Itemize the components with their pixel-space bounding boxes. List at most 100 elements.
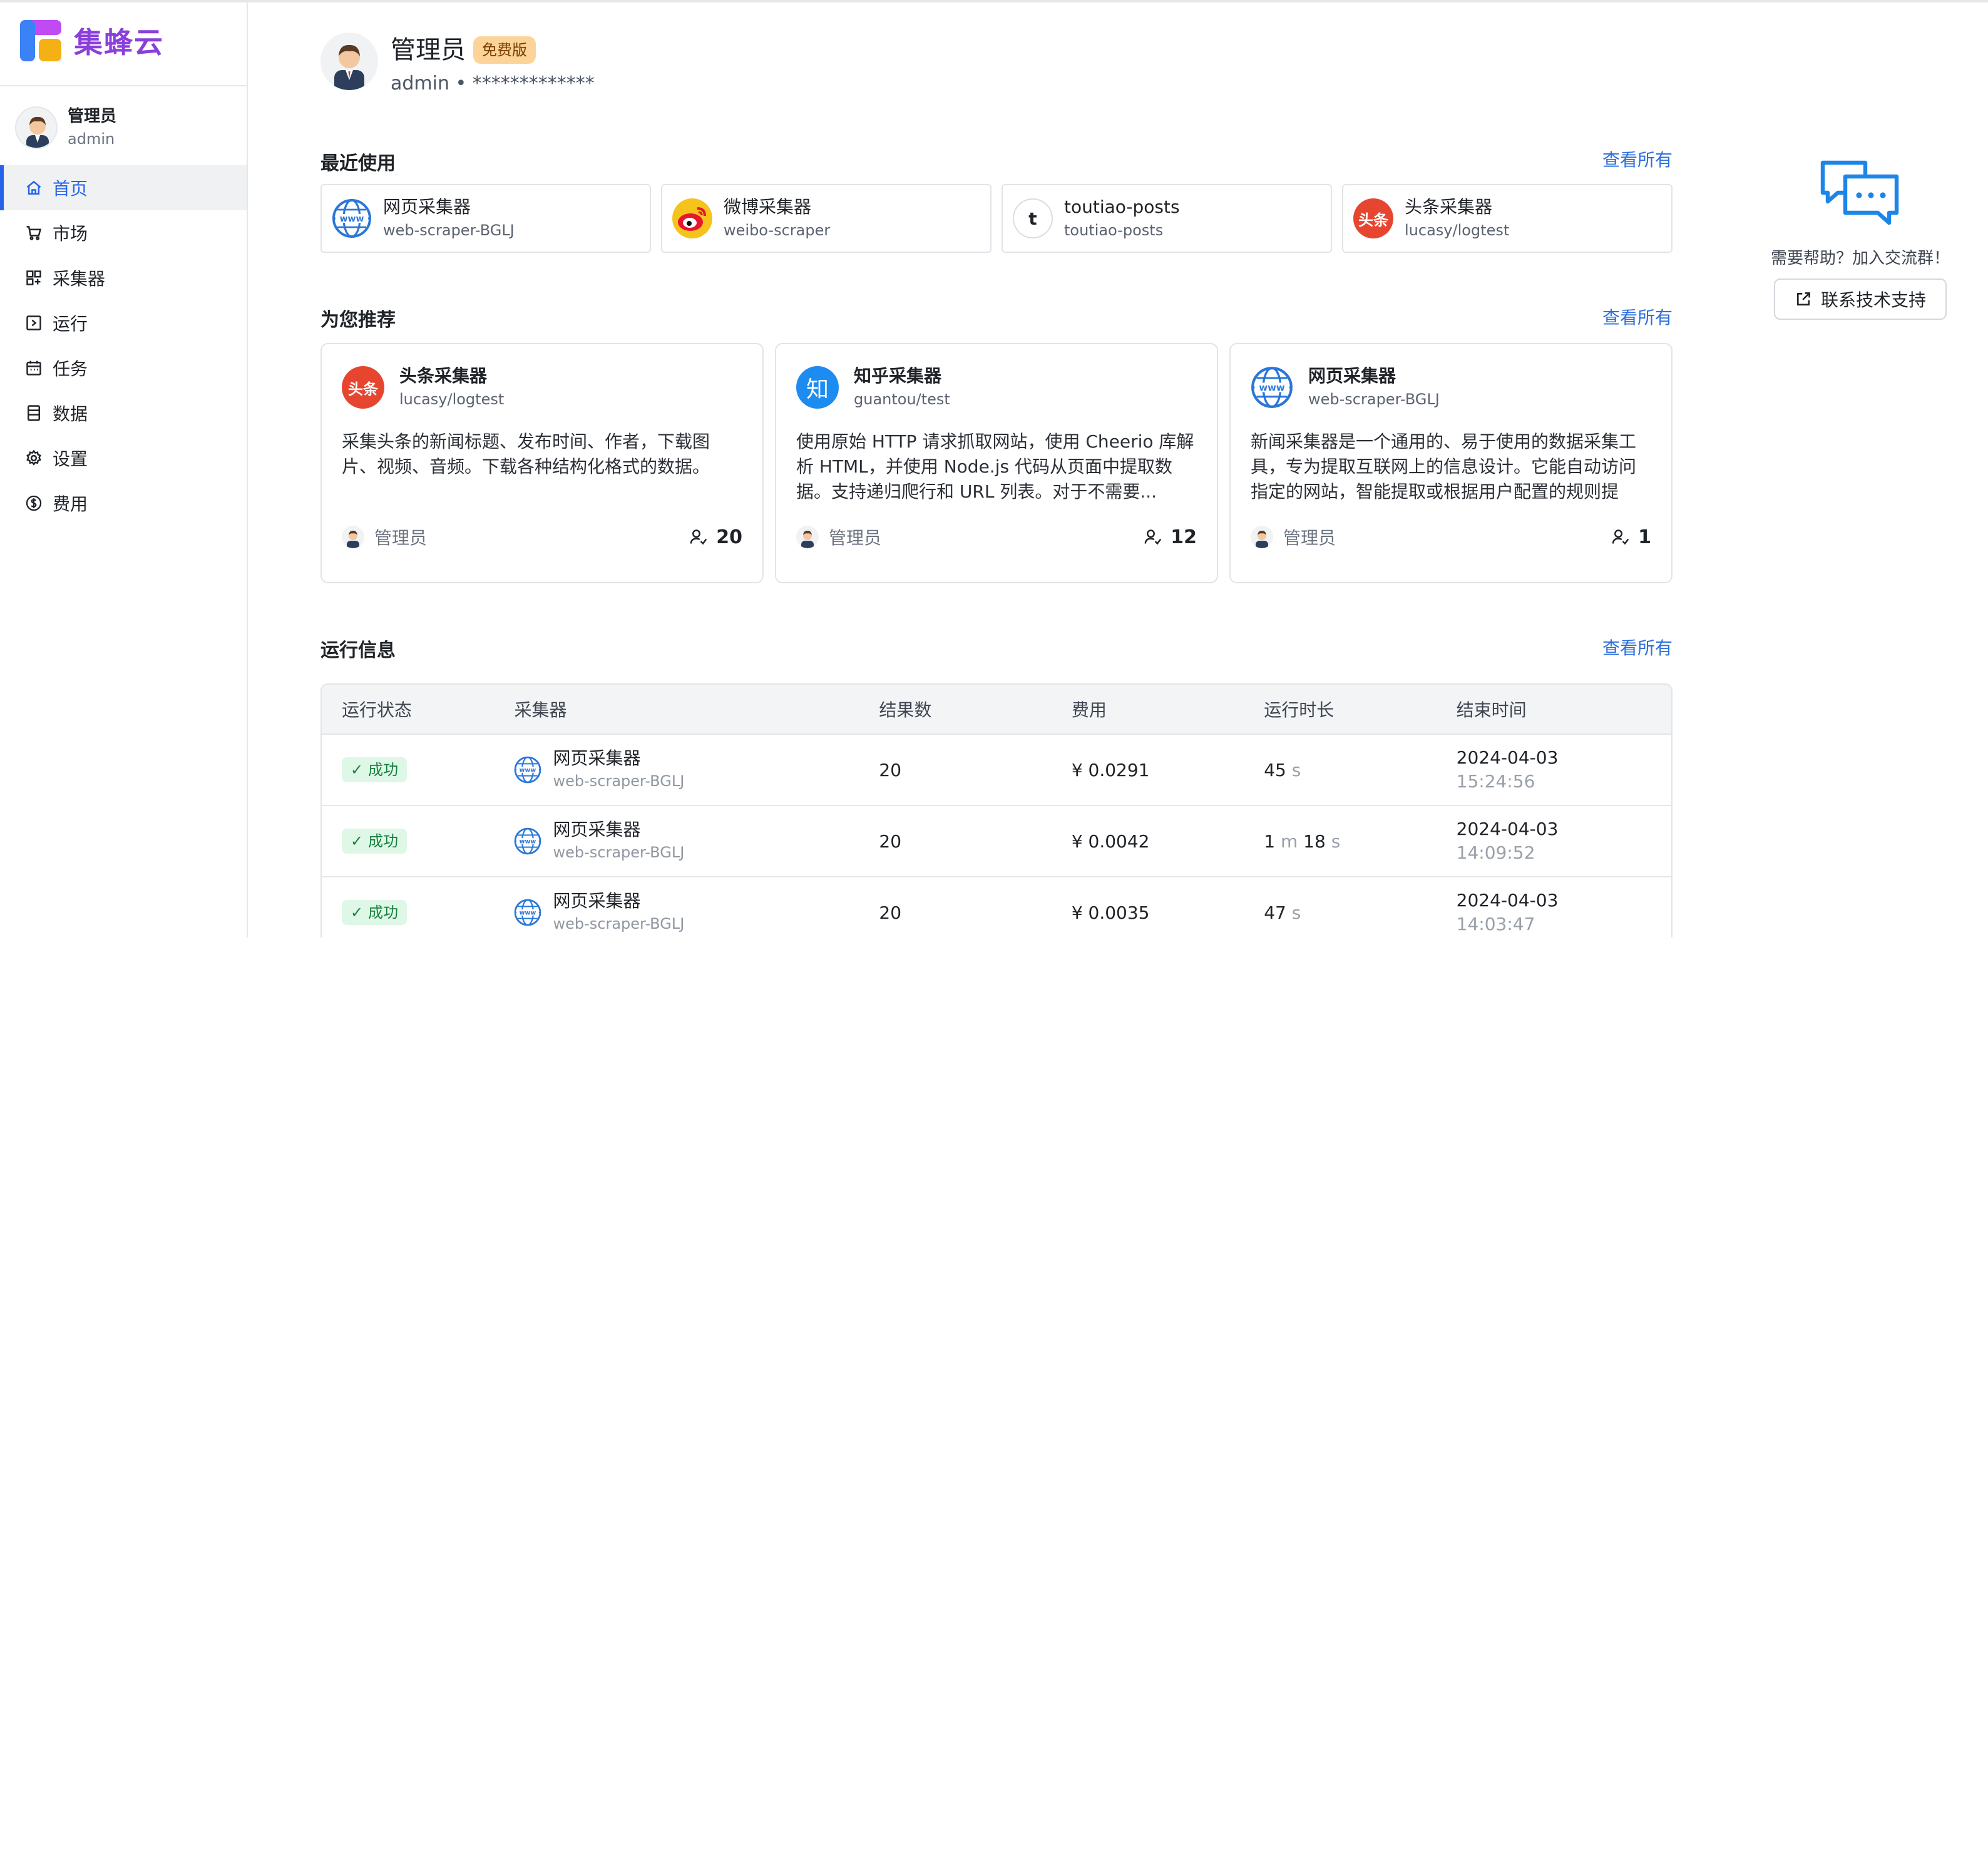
recent-card[interactable]: 头条 头条采集器 lucasy/logtest [1342,184,1673,253]
logo-text: 头条 [1358,211,1388,229]
cost: ¥ 0.0291 [1071,759,1150,780]
external-link-icon [1796,292,1810,306]
recent-card-id: web-scraper-BGLJ [383,222,515,239]
column-header[interactable]: 运行状态 [322,697,514,722]
recent-card-id: lucasy/logtest [1405,222,1510,239]
sidebar-item-label: 数据 [53,404,88,424]
sidebar-nav: 首页 市场 采集器 运行 任务 数据 设置 费用 [0,165,247,526]
recent-card[interactable]: www 网页采集器 web-scraper-BGLJ [320,184,651,253]
recent-see-all-link[interactable]: 查看所有 [1602,146,1673,171]
table-row[interactable]: ✓ 成功 www 网页采集器 web-scraper-BGLJ 20 ¥ 0.003… [322,877,1671,937]
recommend-card-name: 知乎采集器 [854,365,942,386]
recommend-card-id: lucasy/logtest [399,391,505,408]
column-header[interactable]: 费用 [1072,697,1264,722]
runs-table: 运行状态 采集器 结果数 费用 运行时长 结束时间 ✓ 成功 www 网页采集器 w… [320,683,1673,937]
recent-list: www 网页采集器 web-scraper-BGLJ 微博采集器 weibo-s… [320,184,1673,253]
sidebar-item-label: 首页 [53,178,88,199]
app-root: 集蜂云 管理员 admin 首页 市场 采集器 运行 任务 数据 设置 费用 管… [0,0,1988,937]
sidebar-item-market[interactable]: 市场 [0,210,247,255]
recent-card[interactable]: t toutiao-posts toutiao-posts [1002,184,1332,253]
recent-card-name: toutiao-posts [1064,197,1180,217]
end-time: 2024-04-03 14:09:52 [1457,817,1671,865]
svg-text:www: www [520,839,536,846]
help-text: 需要帮助？加入交流群！ [1770,249,1950,268]
collector-name[interactable]: 网页采集器 [553,747,684,770]
table-row[interactable]: ✓ 成功 www 网页采集器 web-scraper-BGLJ 20 ¥ 0.004… [322,806,1671,877]
recommend-card[interactable]: www 网页采集器 web-scraper-BGLJ 新闻采集器是一个通用的、易… [1229,343,1673,583]
sidebar-user[interactable]: 管理员 admin [15,105,116,150]
recommend-card-desc: 使用原始 HTTP 请求抓取网站，使用 Cheerio 库解析 HTML，并使用… [796,431,1194,502]
column-header[interactable]: 采集器 [514,697,879,722]
svg-text:www: www [520,767,536,774]
collector-name[interactable]: 网页采集器 [553,819,684,841]
sidebar-item-tasks[interactable]: 任务 [0,345,247,391]
recommend-see-all-link[interactable]: 查看所有 [1602,304,1673,329]
table-row[interactable]: ✓ 成功 www 网页采集器 web-scraper-BGLJ 20 ¥ 0.029… [322,735,1671,806]
users-count: 20 [690,526,742,548]
globe-icon: www [514,899,541,926]
duration: 47 s [1264,902,1456,923]
toutiao-icon: 头条 [342,366,384,409]
users-icon [1612,529,1629,545]
recommend-card-desc: 采集头条的新闻标题、发布时间、作者，下载图片、视频、音频。下载各种结构化格式的数… [342,431,710,477]
toutiao-icon: 头条 [1353,198,1393,238]
profile-header: 管理员 免费版 admin • ************* [320,33,595,98]
home-icon [25,179,43,197]
zhihu-icon: 知 [796,366,839,409]
users-count-value: 12 [1171,526,1197,548]
contact-support-button[interactable]: 联系技术支持 [1774,278,1947,320]
sidebar-item-billing[interactable]: 费用 [0,481,247,526]
cost: ¥ 0.0035 [1071,902,1150,923]
runs-section-title: 运行信息 [320,640,396,662]
svg-text:www: www [1259,382,1284,394]
sidebar-item-data[interactable]: 数据 [0,391,247,436]
result-count: 20 [879,830,902,852]
users-count-value: 20 [716,526,742,548]
logo-text: 头条 [348,380,378,398]
run-icon [25,314,43,332]
recommend-list: 头条 头条采集器 lucasy/logtest 采集头条的新闻标题、发布时间、作… [320,343,1673,583]
duration: 45 s [1264,760,1456,780]
collector-name[interactable]: 网页采集器 [553,890,684,912]
column-header[interactable]: 结束时间 [1457,697,1671,722]
recommend-card-desc: 新闻采集器是一个通用的、易于使用的数据采集工具，专为提取互联网上的信息设计。它能… [1251,431,1637,502]
duration: 1 m 18 s [1264,831,1456,852]
icon-letter: t [1028,208,1037,229]
recommend-card[interactable]: 知 知乎采集器 guantou/test 使用原始 HTTP 请求抓取网站，使用… [775,343,1218,583]
avatar [320,33,378,90]
collector-id: web-scraper-BGLJ [553,844,685,861]
recent-card[interactable]: 微博采集器 weibo-scraper [661,184,991,253]
cost: ¥ 0.0042 [1071,830,1150,852]
svg-text:www: www [340,214,364,224]
column-header[interactable]: 结果数 [879,697,1071,722]
end-time: 2024-04-03 14:03:47 [1457,889,1671,936]
duration-value: 45 [1264,759,1286,780]
sidebar-item-runs[interactable]: 运行 [0,300,247,345]
result-count: 20 [879,902,902,923]
divider [0,85,247,86]
globe-icon: www [332,198,372,238]
sidebar-item-collectors[interactable]: 采集器 [0,255,247,300]
page-title: 管理员 [391,36,466,64]
app-logo[interactable]: 集蜂云 [20,20,164,61]
weibo-icon [672,198,712,238]
dollar-icon [25,494,43,512]
account-token: admin • ************* [391,73,595,95]
sidebar-item-home[interactable]: 首页 [0,165,247,210]
globe-icon: www [514,827,541,855]
runs-see-all-link[interactable]: 查看所有 [1602,635,1673,660]
duration-value: 18 [1303,830,1326,852]
sidebar-item-settings[interactable]: 设置 [0,436,247,481]
avatar [796,526,819,548]
logo-text: 知 [806,377,829,402]
column-header[interactable]: 运行时长 [1264,697,1456,722]
avatar [342,526,364,548]
recommend-section-title: 为您推荐 [320,309,396,331]
sidebar-user-name: 管理员 [68,107,117,126]
sidebar-item-label: 采集器 [53,268,106,289]
globe-icon: www [514,756,541,784]
recommend-card[interactable]: 头条 头条采集器 lucasy/logtest 采集头条的新闻标题、发布时间、作… [320,343,764,583]
sidebar: 集蜂云 管理员 admin 首页 市场 采集器 运行 任务 数据 设置 费用 [0,3,248,937]
users-icon [690,529,707,545]
users-count: 12 [1144,526,1197,548]
